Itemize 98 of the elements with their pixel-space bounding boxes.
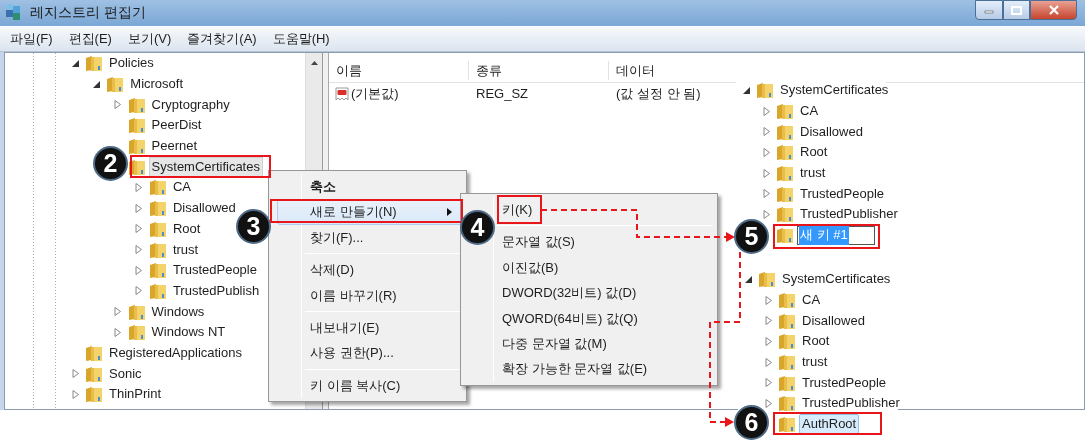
tree-item[interactable]: TrustedPeople (797, 183, 888, 204)
folder-icon (778, 373, 796, 392)
menu-item[interactable]: 내보내기(E) (277, 314, 464, 341)
folder-icon (148, 261, 167, 280)
menu-item[interactable]: 축소 (277, 174, 464, 200)
folder-icon (127, 116, 146, 135)
tree-item[interactable]: CA (797, 101, 822, 122)
menu-item[interactable]: 확장 가능한 문자열 값(E) (499, 356, 715, 382)
folder-icon (778, 291, 796, 310)
minimize-button[interactable] (975, 0, 1003, 20)
menu-item[interactable]: 파일(F) (2, 29, 61, 49)
menu-item[interactable]: 편집(E) (60, 29, 120, 49)
menu-item[interactable]: 즐겨찾기(A) (179, 29, 265, 49)
menu-item[interactable]: QWORD(64비트) 값(Q) (499, 305, 715, 331)
tree-item[interactable]: CA (799, 290, 824, 311)
folder-icon (778, 353, 796, 372)
folder-icon (776, 122, 794, 141)
folder-icon (85, 343, 103, 362)
window-title: 레지스트리 편집기 (30, 3, 146, 22)
table-cell-text: (기본값) (350, 84, 399, 103)
tree-item[interactable]: Root (797, 142, 831, 163)
tree-item[interactable]: SystemCertificates (777, 80, 892, 101)
folder-icon (85, 364, 103, 383)
folder-icon (776, 205, 794, 224)
folder-icon (756, 81, 774, 100)
folder-icon (778, 415, 796, 434)
folder-icon (148, 281, 167, 300)
table-cell-text: REG_SZ (475, 84, 529, 103)
menu-item[interactable]: 도움말(H) (264, 29, 338, 49)
folder-icon (106, 75, 125, 94)
highlight-frame (497, 195, 542, 224)
tree-item[interactable]: CA (169, 177, 194, 198)
menu-item[interactable]: 보기(V) (119, 29, 180, 49)
string-value-icon (335, 85, 350, 102)
table-cell-text: (값 설정 안 됨) (615, 84, 701, 103)
tree-item[interactable]: Peernet (148, 136, 201, 157)
menu-item[interactable]: 삭제(D) (277, 257, 464, 283)
folder-icon (148, 219, 167, 238)
tree-item[interactable]: Policies (106, 53, 157, 74)
tree-item[interactable]: TrustedPublisher (799, 393, 903, 414)
folder-icon (758, 270, 776, 289)
maximize-icon (1011, 5, 1022, 15)
folder-icon (127, 157, 146, 176)
tree-item[interactable]: Disallowed (797, 121, 866, 142)
close-button[interactable] (1030, 0, 1077, 20)
folder-icon (778, 311, 796, 330)
folder-icon (776, 102, 794, 121)
folder-icon (778, 394, 796, 413)
folder-icon (127, 323, 146, 342)
folder-icon (127, 95, 146, 114)
folder-icon (148, 199, 167, 218)
menu-item[interactable]: DWORD(32비트) 값(D) (499, 280, 715, 306)
folder-icon (778, 332, 796, 351)
folder-icon (776, 143, 794, 162)
scroll-up-icon[interactable] (309, 59, 319, 67)
column-header[interactable]: 종류 (469, 60, 609, 81)
menu-item[interactable]: 사용 권한(P)... (277, 340, 464, 366)
menu-item[interactable]: 이진값(B) (499, 254, 715, 281)
menu-item[interactable]: 이름 바꾸기(R) (277, 282, 464, 308)
tree-item[interactable]: TrustedPeople (799, 372, 890, 393)
tree-item[interactable]: TrustedPeople (169, 260, 260, 281)
folder-icon (85, 385, 103, 404)
tree-item[interactable]: Disallowed (169, 198, 239, 219)
tree-item[interactable]: Disallowed (799, 310, 868, 331)
folder-icon (776, 226, 794, 245)
tree-item[interactable]: TrustedPublish (169, 280, 263, 301)
menu-item[interactable]: 다중 문자열 값(M) (499, 330, 715, 357)
tree-item[interactable]: Cryptography (148, 94, 233, 115)
tree-item[interactable]: TrustedPublisher (797, 204, 901, 225)
column-header[interactable]: 이름 (329, 60, 469, 81)
folder-icon (127, 302, 146, 321)
tree-item[interactable]: ThinPrint (106, 384, 165, 405)
tree-item[interactable]: Windows NT (148, 322, 229, 343)
tree-item[interactable]: Root (169, 218, 204, 239)
menu-item[interactable]: 문자열 값(S) (499, 229, 715, 255)
maximize-button[interactable] (1003, 0, 1030, 20)
tree-item[interactable]: trust (799, 352, 831, 373)
tree-item[interactable]: Microsoft (127, 74, 187, 95)
folder-icon (776, 164, 794, 183)
tree-item[interactable]: trust (169, 239, 202, 260)
tree-item[interactable]: Sonic (106, 363, 145, 384)
tree-item[interactable]: Root (799, 331, 833, 352)
folder-icon (148, 240, 167, 259)
folder-icon (127, 137, 146, 156)
folder-icon (148, 178, 167, 197)
tree-item[interactable]: PeerDist (148, 115, 205, 136)
close-icon (1047, 5, 1060, 15)
menu-item[interactable]: 키(K) (499, 197, 715, 223)
menu-item[interactable]: 키 이름 복사(C) (277, 372, 464, 399)
folder-icon (85, 54, 103, 73)
tree-item[interactable]: SystemCertificates (779, 269, 894, 290)
tree-item[interactable]: trust (797, 163, 829, 184)
folder-icon (776, 184, 794, 203)
tree-item[interactable]: RegisteredApplications (106, 342, 245, 363)
tree-item[interactable]: Windows (148, 301, 208, 322)
tree-item[interactable]: SystemCertificates (148, 156, 263, 177)
column-header[interactable]: 데이터 (609, 60, 655, 81)
tree-item[interactable]: AuthRoot (799, 414, 860, 435)
